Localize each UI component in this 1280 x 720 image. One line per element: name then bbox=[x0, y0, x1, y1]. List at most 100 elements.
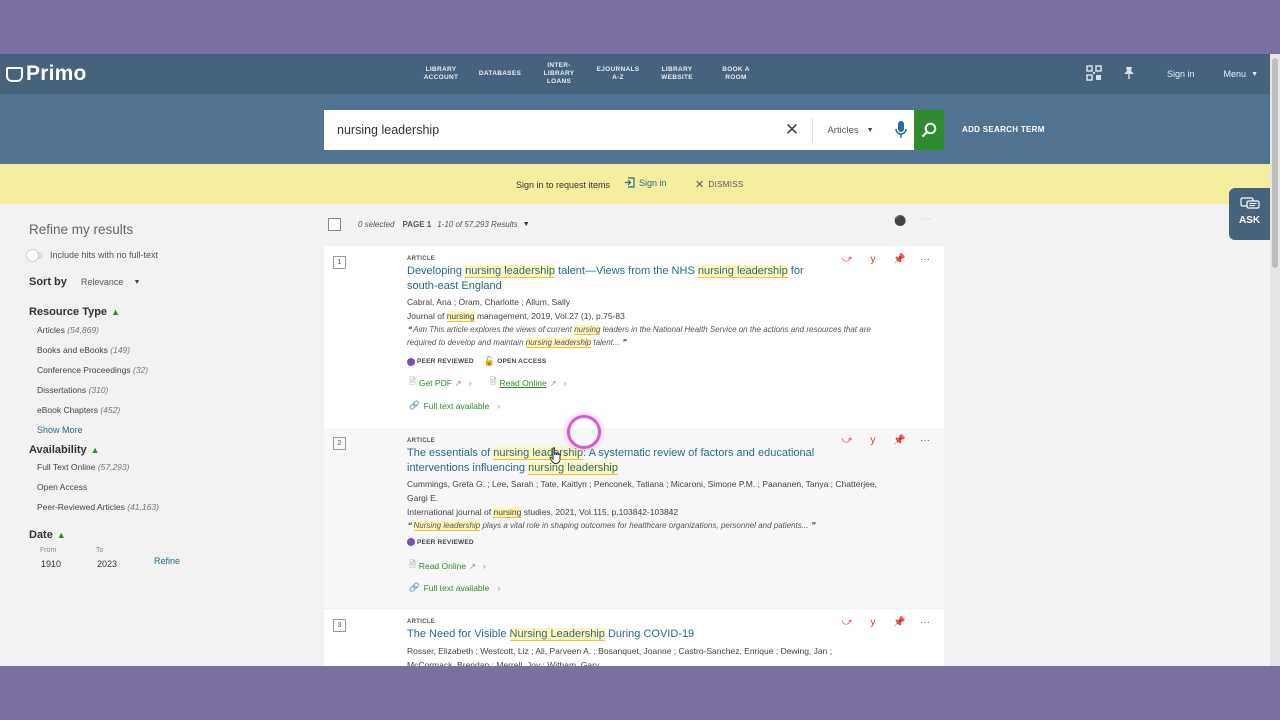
source-text: studies, 2021, Vol.115, p.103842-103842 bbox=[521, 507, 679, 517]
select-all-checkbox[interactable] bbox=[328, 217, 341, 231]
ask-chat-button[interactable]: ASK bbox=[1229, 188, 1270, 240]
banner-sign-in-link[interactable]: Sign in bbox=[624, 177, 667, 188]
nav-databases[interactable]: DATABASES bbox=[470, 54, 530, 94]
facet-item-ebook-chapters[interactable]: eBook Chapters (452) bbox=[37, 400, 229, 420]
more-options-icon[interactable]: ··· bbox=[919, 617, 931, 628]
facet-date[interactable]: Date ▲ bbox=[29, 529, 229, 541]
microphone-icon[interactable] bbox=[888, 121, 914, 139]
dismiss-button[interactable]: ✕ DISMISS bbox=[695, 178, 744, 191]
full-text-link[interactable]: 🔗 Full text available › bbox=[409, 582, 500, 593]
result-access-links: 🗎 Read Online ↗ › bbox=[409, 559, 486, 573]
qr-scan-icon[interactable] bbox=[1084, 64, 1104, 84]
cite-icon[interactable]: ⤻ bbox=[841, 254, 853, 265]
scrollbar-thumb[interactable] bbox=[1272, 58, 1278, 268]
facet-item-articles[interactable]: Articles (54,869) bbox=[37, 320, 229, 340]
nav-interlibrary-loans[interactable]: INTER- LIBRARY LOANS bbox=[530, 54, 588, 94]
nav-library-account[interactable]: LIBRARY ACCOUNT bbox=[412, 54, 470, 94]
title-text: Developing bbox=[407, 265, 466, 277]
snippet-text: plays a vital role in shaping outcomes f… bbox=[480, 521, 815, 530]
menu-button[interactable]: Menu ▼ bbox=[1224, 69, 1258, 79]
facet-item-full-text-online[interactable]: Full Text Online (57,293) bbox=[37, 457, 229, 477]
peer-reviewed-badge: PEER REVIEWED bbox=[407, 538, 474, 546]
banner-text: Sign in to request items bbox=[516, 180, 611, 190]
read-online-link[interactable]: 🗎 Read Online ↗ › bbox=[490, 376, 567, 390]
clear-search-icon[interactable]: ✕ bbox=[780, 120, 804, 140]
search-band: ✕ Articles ▼ ADD SEARCH TERM bbox=[0, 94, 1270, 164]
document-icon: 🗎 bbox=[489, 376, 497, 386]
facet-item-count: (32) bbox=[132, 365, 149, 375]
badge-label: PEER REVIEWED bbox=[417, 358, 474, 365]
result-source: Journal of nursing management, 2019, Vol… bbox=[407, 309, 877, 323]
show-more-link[interactable]: Show More bbox=[37, 420, 229, 440]
search-button[interactable] bbox=[914, 110, 944, 150]
facet-item-dissertations[interactable]: Dissertations (310) bbox=[37, 380, 229, 400]
snippet-highlight: Nursing leadership bbox=[413, 521, 481, 530]
facet-availability[interactable]: Availability ▲ bbox=[29, 444, 229, 456]
title-text: The essentials of bbox=[407, 447, 494, 459]
nav-book-a-room[interactable]: BOOK A ROOM bbox=[706, 54, 766, 94]
result-badges: PEER REVIEWED 🔓 OPEN ACCESS bbox=[407, 356, 546, 367]
nav-library-website[interactable]: LIBRARY WEBSITE bbox=[648, 54, 706, 94]
link-label: Read Online bbox=[418, 561, 467, 571]
facet-resource-type[interactable]: Resource Type ▲ bbox=[29, 306, 229, 318]
get-pdf-link[interactable]: 🗎 Get PDF ↗ › bbox=[409, 376, 472, 390]
date-refine-button[interactable]: Refine bbox=[154, 556, 180, 566]
dismiss-label: DISMISS bbox=[708, 180, 744, 189]
primo-app: Primo LIBRARY ACCOUNT DATABASES INTER- L… bbox=[0, 54, 1270, 666]
more-options-icon[interactable]: ··· bbox=[920, 213, 931, 225]
sort-select[interactable]: Relevance ▼ bbox=[81, 277, 140, 287]
sort-label: Sort by bbox=[29, 276, 67, 288]
result-title[interactable]: The Need for Visible Nursing Leadership … bbox=[407, 627, 827, 642]
full-text-toggle[interactable] bbox=[27, 249, 43, 261]
facet-item-label: Full Text Online bbox=[37, 462, 96, 472]
page-scrollbar[interactable] bbox=[1270, 54, 1280, 666]
facet-item-peer-reviewed[interactable]: Peer-Reviewed Articles (41,163) bbox=[37, 497, 229, 517]
result-number: 3 bbox=[333, 619, 346, 632]
sign-in-link[interactable]: Sign in bbox=[1167, 69, 1195, 79]
cite-icon[interactable]: ⤻ bbox=[841, 435, 853, 446]
share-icon[interactable]: y bbox=[867, 617, 879, 628]
facet-item-label: Peer-Reviewed Articles bbox=[37, 502, 125, 512]
title-text: talent—Views from the NHS bbox=[554, 265, 698, 277]
pin-icon[interactable] bbox=[1119, 66, 1139, 83]
facet-item-open-access[interactable]: Open Access bbox=[37, 477, 229, 497]
search-scope-select[interactable]: Articles ▼ bbox=[812, 118, 888, 142]
full-text-link[interactable]: 🔗 Full text available › bbox=[409, 400, 500, 411]
facet-item-books[interactable]: Books and eBooks (149) bbox=[37, 340, 229, 360]
share-icon[interactable]: y bbox=[867, 254, 879, 265]
more-options-icon[interactable]: ··· bbox=[919, 254, 931, 265]
facet-heading: Availability bbox=[29, 444, 87, 456]
result-title[interactable]: The essentials of nursing leadership: A … bbox=[407, 446, 827, 476]
snippet-text: talent... ❞ bbox=[591, 338, 627, 347]
facet-item-count: (54,869) bbox=[67, 325, 99, 335]
open-lock-icon: 🔓 bbox=[483, 356, 496, 366]
pin-icon[interactable]: ⚫ bbox=[894, 216, 906, 227]
share-icon[interactable]: y bbox=[867, 435, 879, 446]
facet-item-count: (57,293) bbox=[97, 462, 130, 472]
ask-label: ASK bbox=[1238, 215, 1261, 226]
source-highlight: nursing bbox=[446, 311, 475, 321]
nav-ejournals[interactable]: EJOURNALS A-Z bbox=[588, 54, 648, 94]
results-header: 0 selected PAGE 1 1-10 of 57,293 Results… bbox=[328, 213, 940, 232]
chevron-down-icon[interactable]: ▼ bbox=[523, 221, 530, 228]
result-actions: ⤻ y 📌 ··· bbox=[841, 254, 931, 265]
pin-icon[interactable]: 📌 bbox=[893, 435, 905, 446]
result-snippet: ❝ Nursing leadership plays a vital role … bbox=[407, 519, 877, 532]
primo-logo[interactable]: Primo bbox=[6, 62, 87, 86]
pin-icon[interactable]: 📌 bbox=[893, 254, 905, 265]
cite-icon[interactable]: ⤻ bbox=[841, 617, 853, 628]
open-access-badge: 🔓 OPEN ACCESS bbox=[484, 356, 547, 367]
read-online-link[interactable]: 🗎 Read Online ↗ › bbox=[409, 559, 486, 573]
sort-row: Sort by Relevance ▼ bbox=[29, 276, 229, 288]
result-title[interactable]: Developing nursing leadership talent—Vie… bbox=[407, 264, 827, 294]
more-options-icon[interactable]: ··· bbox=[919, 435, 931, 446]
facet-item-conference[interactable]: Conference Proceedings (32) bbox=[37, 360, 229, 380]
add-search-term-button[interactable]: ADD SEARCH TERM bbox=[962, 125, 1045, 134]
search-input[interactable] bbox=[324, 110, 780, 150]
page-number: PAGE 1 bbox=[402, 219, 432, 229]
pin-icon[interactable]: 📌 bbox=[893, 617, 905, 628]
date-to-input[interactable]: 2023 bbox=[97, 559, 117, 569]
chevron-right-icon: › bbox=[468, 378, 472, 388]
top-right-tools: Sign in Menu ▼ bbox=[1084, 54, 1270, 94]
date-from-input[interactable]: 1910 bbox=[41, 559, 61, 569]
